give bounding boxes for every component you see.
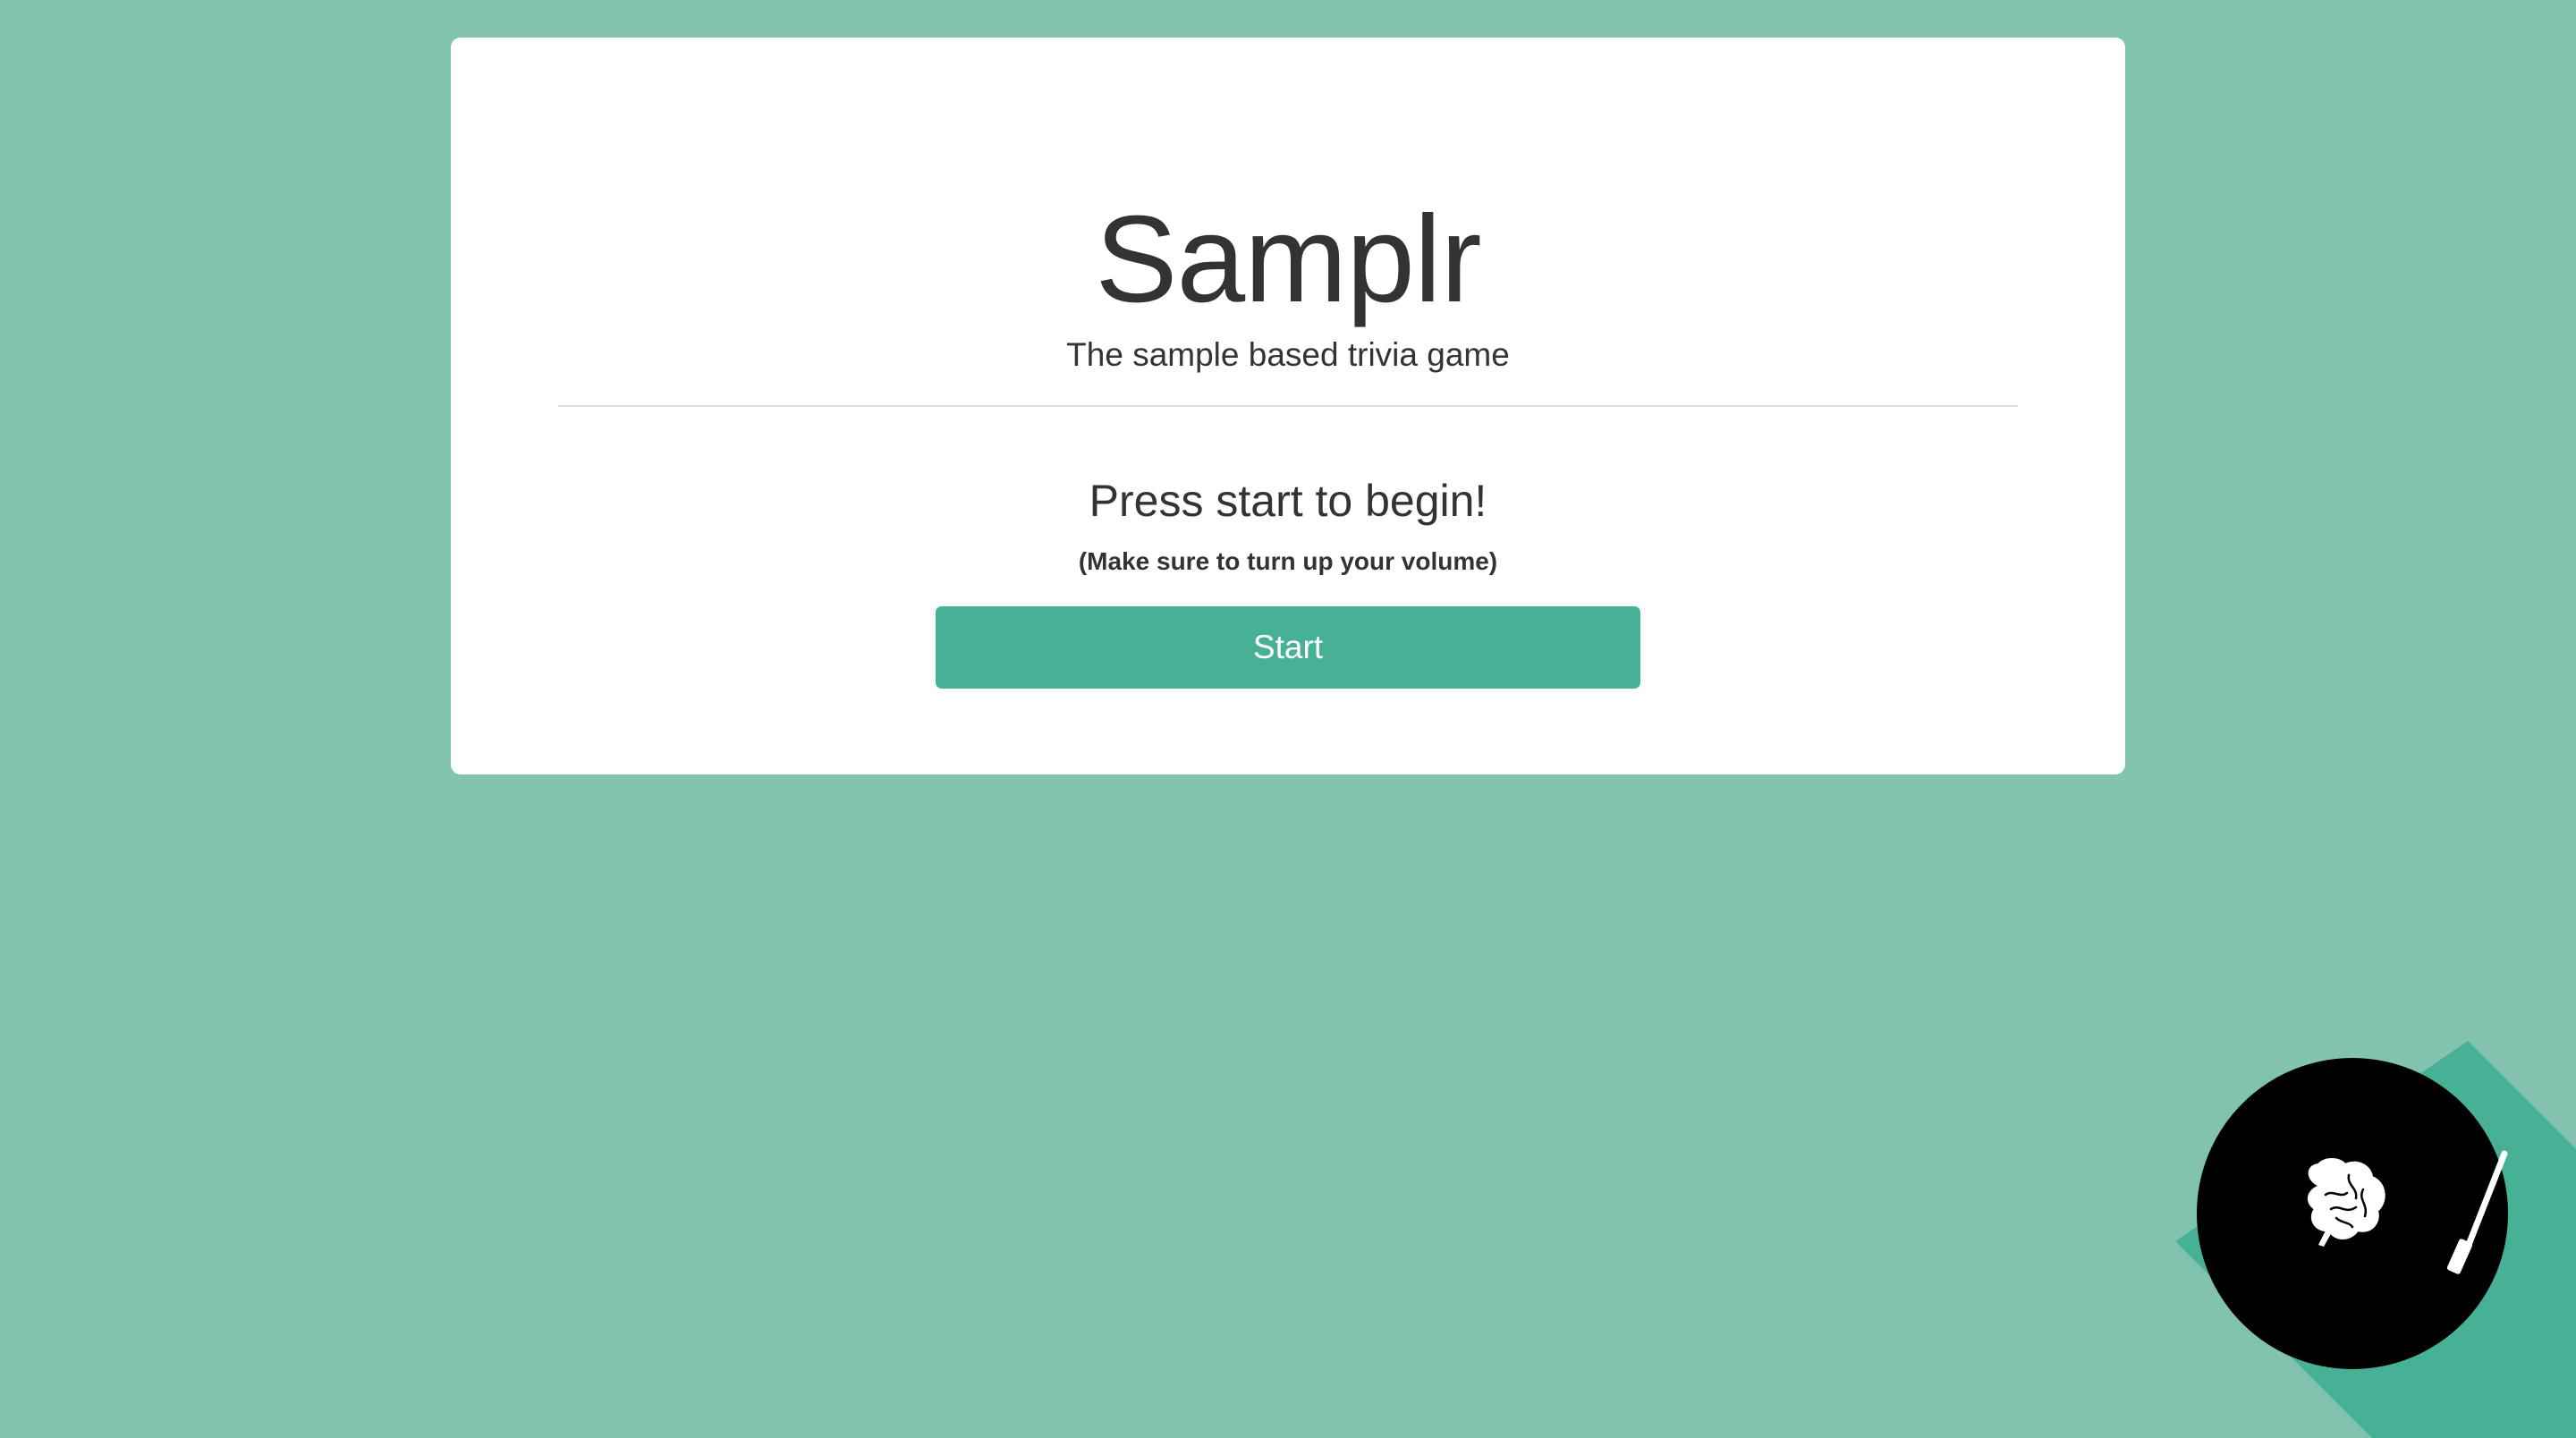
app-subtitle: The sample based trivia game: [1066, 336, 1510, 373]
record-badge-graphic: [2175, 1041, 2576, 1438]
start-prompt: Press start to begin!: [1089, 476, 1487, 526]
intro-card: Samplr The sample based trivia game Pres…: [451, 38, 2125, 774]
app-title: Samplr: [1095, 190, 1481, 328]
record-badge: [2129, 984, 2576, 1438]
volume-hint: (Make sure to turn up your volume): [1078, 547, 1498, 575]
divider: [558, 405, 2018, 407]
start-button[interactable]: Start: [936, 606, 1640, 689]
